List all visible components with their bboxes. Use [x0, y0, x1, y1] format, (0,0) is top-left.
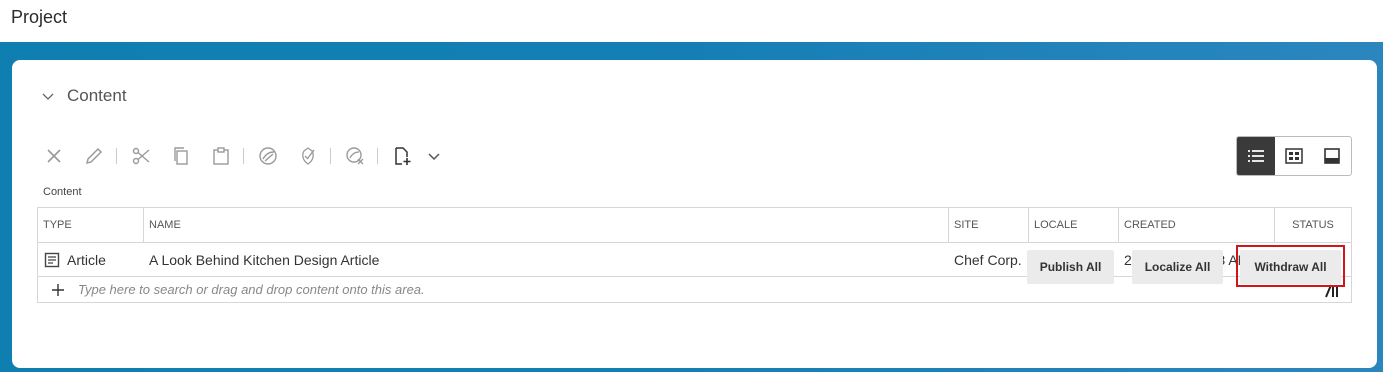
pencil-icon[interactable]: [82, 144, 106, 168]
column-header-type[interactable]: TYPE: [38, 208, 144, 242]
approve-icon[interactable]: [296, 144, 320, 168]
grid-icon: [1285, 148, 1303, 164]
section-title: Content: [67, 86, 127, 105]
withdraw-all-highlight: [1236, 245, 1345, 287]
publish-icon[interactable]: [256, 144, 280, 168]
column-header-status[interactable]: STATUS: [1275, 208, 1351, 242]
close-icon[interactable]: [42, 144, 66, 168]
column-header-locale[interactable]: LOCALE: [1029, 208, 1119, 242]
new-document-icon[interactable]: [390, 144, 414, 168]
page-title: Project: [11, 7, 68, 27]
site-cell: Chef Corp.: [954, 251, 1022, 268]
toolbar-divider: [377, 148, 378, 164]
preview-view-button[interactable]: [1313, 137, 1351, 175]
withdraw-icon[interactable]: [343, 144, 367, 168]
type-label: Article: [67, 251, 106, 268]
column-header-created[interactable]: CREATED: [1119, 208, 1275, 242]
article-icon: [44, 252, 60, 267]
page-header: Project: [0, 0, 1383, 42]
add-content-placeholder[interactable]: Type here to search or drag and drop con…: [78, 282, 425, 297]
publish-all-button[interactable]: Publish All: [1027, 250, 1114, 284]
copy-icon[interactable]: [169, 144, 193, 168]
paste-icon[interactable]: [209, 144, 233, 168]
toolbar-divider: [330, 148, 331, 164]
list-icon: [1248, 150, 1264, 162]
type-cell: Article: [38, 243, 144, 276]
content-toolbar: [42, 144, 462, 168]
name-cell: A Look Behind Kitchen Design Article: [149, 251, 380, 268]
plus-icon[interactable]: [38, 283, 78, 296]
column-header-site[interactable]: SITE: [949, 208, 1029, 242]
content-list-label: Content: [43, 186, 82, 198]
toolbar-divider: [116, 148, 117, 164]
localize-all-button[interactable]: Localize All: [1132, 250, 1223, 284]
content-section-header[interactable]: Content: [42, 86, 127, 106]
column-header-name[interactable]: NAME: [144, 208, 949, 242]
chevron-down-icon[interactable]: [42, 90, 54, 102]
list-view-button[interactable]: [1237, 137, 1275, 175]
chevron-down-icon[interactable]: [422, 144, 446, 168]
content-panel: Content Content TYPE NAME SITE LOCALE CR…: [12, 60, 1377, 368]
view-mode-toggle: [1236, 136, 1352, 176]
table-header-row: TYPE NAME SITE LOCALE CREATED STATUS: [38, 208, 1351, 243]
preview-icon: [1324, 148, 1340, 164]
grid-view-button[interactable]: [1275, 137, 1313, 175]
scissors-icon[interactable]: [129, 144, 153, 168]
toolbar-divider: [243, 148, 244, 164]
